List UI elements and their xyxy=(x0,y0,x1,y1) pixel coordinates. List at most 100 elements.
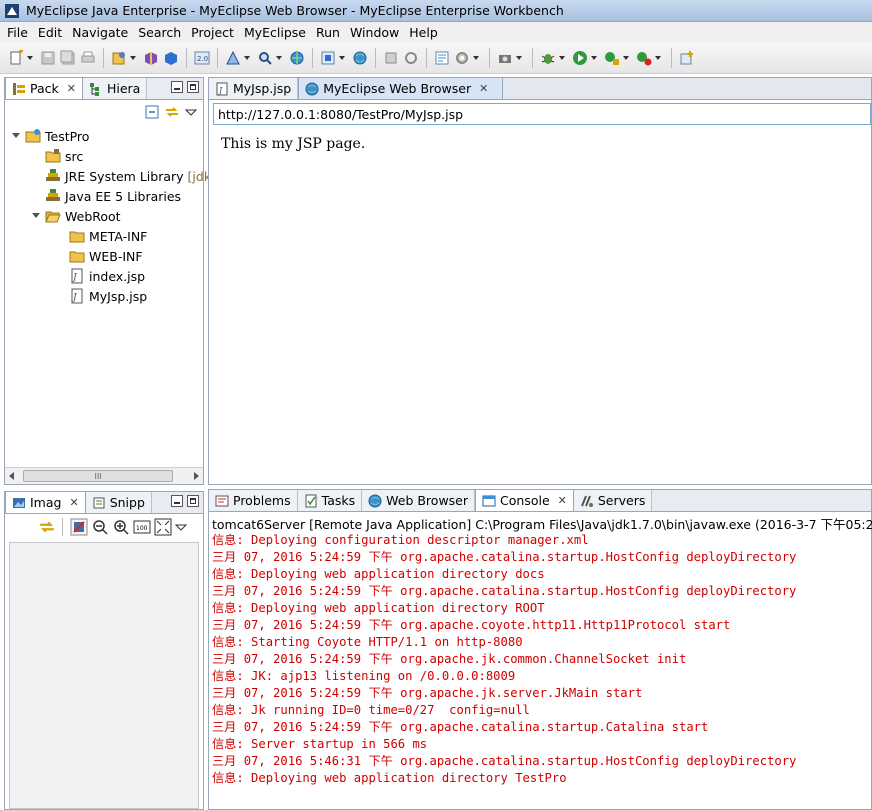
scroll-right-icon[interactable] xyxy=(194,472,199,480)
maximize-view-icon[interactable] xyxy=(187,81,199,93)
debug-dropdown[interactable] xyxy=(558,50,566,66)
tree-item-project[interactable]: TestPro xyxy=(5,126,203,146)
deploy-dropdown[interactable] xyxy=(338,50,346,66)
perspective-icon[interactable] xyxy=(679,50,695,66)
menu-file[interactable]: File xyxy=(2,25,33,40)
tab-console[interactable]: Console ✕ xyxy=(475,489,574,511)
new-project-icon[interactable] xyxy=(111,50,127,66)
tab-myjsp-jsp[interactable]: J MyJsp.jsp xyxy=(209,78,299,99)
close-icon[interactable]: ✕ xyxy=(69,496,78,509)
tree-item-web-inf[interactable]: WEB-INF xyxy=(5,246,203,266)
save-icon[interactable] xyxy=(40,50,56,66)
menu-run[interactable]: Run xyxy=(311,25,345,40)
tab-servers[interactable]: Servers xyxy=(573,490,653,511)
link-editor-icon[interactable] xyxy=(39,519,55,535)
zoom-in-icon[interactable] xyxy=(112,518,130,536)
editor-area: J MyJsp.jsp MyEclipse Web Browser ✕ This… xyxy=(208,77,872,485)
tab-problems[interactable]: Problems xyxy=(209,490,298,511)
tree-item-meta-inf[interactable]: META-INF xyxy=(5,226,203,246)
maximize-view-icon[interactable] xyxy=(187,495,199,507)
menu-project[interactable]: Project xyxy=(186,25,239,40)
library-icon xyxy=(46,169,60,181)
new-project-dropdown[interactable] xyxy=(129,50,137,66)
refresh-icon[interactable] xyxy=(403,50,419,66)
menu-edit[interactable]: Edit xyxy=(33,25,67,40)
expand-twisty-icon[interactable] xyxy=(31,211,41,221)
toolbar-separator xyxy=(103,47,104,68)
open-resource-icon[interactable] xyxy=(163,50,179,66)
tree-item-label: src xyxy=(65,148,84,164)
save-all-icon[interactable] xyxy=(60,50,76,66)
menu-search[interactable]: Search xyxy=(133,25,186,40)
print-icon[interactable] xyxy=(80,50,96,66)
actual-size-icon[interactable]: 100 xyxy=(133,518,151,536)
tab-hierarchy[interactable]: Hiera xyxy=(82,78,148,99)
deploy-icon[interactable] xyxy=(320,50,336,66)
xml-tool-icon[interactable] xyxy=(434,50,450,66)
tab-snippets[interactable]: Snipp xyxy=(85,492,152,513)
search-tool-icon[interactable] xyxy=(257,50,273,66)
camera-icon[interactable] xyxy=(497,50,513,66)
run-play-icon[interactable] xyxy=(572,50,588,66)
debug-bug-icon[interactable] xyxy=(540,50,556,66)
zoom-out-icon[interactable] xyxy=(91,518,109,536)
scroll-thumb[interactable]: III xyxy=(23,470,173,482)
tab-package-explorer[interactable]: Pack ✕ xyxy=(5,77,83,99)
expand-twisty-icon[interactable] xyxy=(11,131,21,141)
server-run-icon[interactable] xyxy=(636,50,652,66)
tree-item-javaee-library[interactable]: Java EE 5 Libraries xyxy=(5,186,203,206)
menu-window[interactable]: Window xyxy=(345,25,404,40)
minimize-view-icon[interactable] xyxy=(171,495,183,507)
new-dropdown[interactable] xyxy=(26,50,34,66)
menu-help[interactable]: Help xyxy=(404,25,443,40)
link-editor-icon[interactable] xyxy=(165,105,179,119)
tab-label: Web Browser xyxy=(386,493,469,508)
console-process-header: tomcat6Server [Remote Java Application] … xyxy=(212,517,872,532)
image-view-toolbar: 100 xyxy=(39,518,187,536)
package-tree: TestPro src JRE System Library [jdk Java… xyxy=(5,126,211,306)
tab-tasks[interactable]: Tasks xyxy=(297,490,363,511)
close-icon[interactable]: ✕ xyxy=(67,82,76,95)
view-menu-icon[interactable] xyxy=(185,105,197,119)
scroll-left-icon[interactable] xyxy=(9,472,14,480)
camera-dropdown[interactable] xyxy=(515,50,523,66)
tree-item-myjsp-jsp[interactable]: J MyJsp.jsp xyxy=(5,286,203,306)
minimize-view-icon[interactable] xyxy=(171,81,183,93)
close-icon[interactable]: ✕ xyxy=(479,82,488,95)
horizontal-scrollbar[interactable]: III xyxy=(5,467,203,484)
settings-dropdown[interactable] xyxy=(472,50,480,66)
url-input[interactable] xyxy=(213,103,871,125)
run-app-dropdown[interactable] xyxy=(243,50,251,66)
external-tools-dropdown[interactable] xyxy=(622,50,630,66)
run-dropdown[interactable] xyxy=(590,50,598,66)
fit-image-icon[interactable] xyxy=(70,518,88,536)
run-app-icon[interactable] xyxy=(225,50,241,66)
tree-item-index-jsp[interactable]: J index.jsp xyxy=(5,266,203,286)
console-line: 信息: Deploying configuration descriptor m… xyxy=(212,533,589,547)
web-browser-icon[interactable] xyxy=(352,50,368,66)
menu-navigate[interactable]: Navigate xyxy=(67,25,133,40)
search-tool-dropdown[interactable] xyxy=(275,50,283,66)
tree-item-jre-library[interactable]: JRE System Library [jdk xyxy=(5,166,211,186)
close-icon[interactable]: ✕ xyxy=(558,494,567,507)
new-icon[interactable] xyxy=(8,49,24,66)
open-type-icon[interactable] xyxy=(143,50,159,66)
settings-gear-icon[interactable] xyxy=(454,50,470,66)
tree-item-webroot[interactable]: WebRoot xyxy=(5,206,203,226)
tab-image[interactable]: Imag ✕ xyxy=(5,491,86,513)
view-controls xyxy=(171,495,199,507)
external-tools-icon[interactable] xyxy=(604,50,620,66)
collapse-all-icon[interactable] xyxy=(145,105,159,119)
tab-web-browser[interactable]: MyEclipse Web Browser ✕ xyxy=(298,77,504,99)
web-project-icon[interactable]: 2.0 xyxy=(194,50,210,66)
view-menu-icon[interactable] xyxy=(175,520,187,534)
menu-myeclipse[interactable]: MyEclipse xyxy=(239,25,311,40)
image-preview-area xyxy=(9,542,199,809)
db-explorer-icon[interactable] xyxy=(383,50,399,66)
fit-window-icon[interactable] xyxy=(154,518,172,536)
tab-web-browser-view[interactable]: Web Browser xyxy=(362,490,476,511)
server-run-dropdown[interactable] xyxy=(654,50,662,66)
tree-item-src[interactable]: src xyxy=(5,146,203,166)
browser-globe-icon[interactable] xyxy=(289,50,305,66)
